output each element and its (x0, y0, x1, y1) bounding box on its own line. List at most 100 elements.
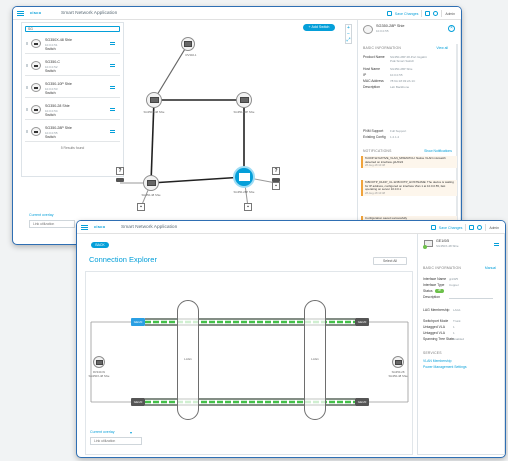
unknown-device-icon[interactable]: ? (272, 167, 280, 175)
fit-icon[interactable]: ⤢ (346, 37, 351, 43)
field-value: 78:9A:18:03:2A:1C (390, 79, 416, 83)
field-key: Untagged VLA (423, 331, 446, 335)
port-status-dot (423, 245, 427, 249)
field-row: Interface Name gi1/0/5 (423, 277, 458, 281)
field-value: Copper (449, 283, 459, 287)
field-row: MAC Address 78:9A:18:03:2A:1C (363, 79, 415, 83)
menu-icon[interactable] (81, 225, 88, 230)
service-link-vlan[interactable]: VLAN Membership (423, 359, 451, 363)
right-device-model: SG350-48 Shie (388, 374, 408, 378)
field-row: Interface Type Copper (423, 283, 459, 287)
field-row: IP 10.0.0.55 (363, 73, 403, 77)
notification-item[interactable]: %CDP-W-NATIVE_VLAN_MISMATCH: Native VLAN… (361, 156, 457, 169)
unknown-device-icon[interactable]: ? (116, 167, 124, 175)
field-value: Trunk (453, 319, 461, 323)
notification-date: 28-Aug-18 10:48 (365, 164, 386, 168)
field-key: Product Name (363, 55, 385, 59)
user-menu[interactable]: Admin (489, 226, 499, 230)
computer-icon[interactable]: ▪ (137, 203, 145, 211)
lag-group[interactable]: LAG1 (177, 300, 199, 420)
field-value: 1 (453, 325, 455, 329)
bell-icon[interactable] (477, 225, 483, 230)
computer-icon[interactable]: ▪ (272, 182, 280, 190)
lag-group[interactable]: LAG1 (304, 300, 326, 420)
select-all-button[interactable]: Select All (373, 257, 407, 265)
explorer-canvas: GE1/0 GE1/0 GE1/0 GE1/0 LAG1 LAG1 RV340-… (85, 271, 413, 455)
chevron-down-icon[interactable]: ▾ (130, 430, 132, 435)
zoom-controls: + − ⤢ (345, 24, 352, 44)
field-value: Enabled (453, 337, 465, 341)
top-bar: cisco Smart Network Application Save Cha… (77, 221, 505, 234)
node-label: SG350-28P Shie (233, 190, 255, 194)
field-key: Interface Type (423, 283, 445, 287)
port-right-top[interactable]: GE1/0 (355, 318, 369, 326)
field-row: LAG Membership LAG1 (423, 308, 461, 312)
field-key: Description (423, 295, 440, 299)
back-button[interactable]: BACK (91, 242, 109, 248)
node-label: SG350-10P Shie (233, 110, 255, 114)
field-value: 10.0.0.55 (390, 73, 403, 77)
field-row: Existing Config 1.2.1.2 (363, 135, 399, 139)
port-device: SG350X-48 Shie (436, 244, 459, 248)
computer-icon[interactable]: ▪ (244, 203, 252, 211)
notification-item[interactable]: %BOOTP_DHCP_CL-W-BOOTP_HOSTNAME: The dev… (361, 180, 457, 196)
link-icon[interactable] (494, 243, 499, 246)
port-detail-panel: GE1/0/5 SG350X-48 Shie BASIC INFORMATION… (417, 234, 505, 455)
switch-node[interactable] (143, 175, 159, 191)
notification-text: %BOOTP_DHCP_CL-W-BOOTP_HOSTNAME: The dev… (365, 180, 454, 192)
field-key: Interface Name (423, 277, 447, 281)
connection-explorer-window: cisco Smart Network Application Save Cha… (76, 220, 506, 458)
status-toggle[interactable]: UP (435, 289, 444, 294)
overlay-select[interactable]: Link utilization (29, 220, 75, 228)
switch-icon (363, 25, 373, 34)
overlay-select[interactable]: Link utilization (90, 437, 142, 445)
show-notifications-link[interactable]: Show Notifications (424, 149, 452, 153)
field-key: Status (423, 289, 433, 293)
manual-link[interactable]: Manual (485, 266, 496, 270)
scrollbar[interactable] (456, 44, 458, 239)
basic-info-title: BASIC INFORMATION (423, 266, 461, 270)
port-name: GE1/0/5 (436, 239, 450, 243)
field-row: Host Name SG350-28P Shie (363, 67, 412, 71)
close-icon[interactable]: × (448, 25, 455, 32)
cisco-logo: cisco (94, 224, 106, 229)
right-device-node[interactable] (392, 356, 404, 368)
left-device-node[interactable] (93, 356, 105, 368)
divider (465, 224, 467, 231)
node-label: RV340-1 (185, 53, 197, 57)
field-key: Description (363, 85, 380, 89)
left-device-model: SG350X-48 Shie (88, 374, 110, 378)
router-node[interactable] (181, 37, 195, 51)
selected-switch-node[interactable] (233, 166, 255, 188)
port-left-top[interactable]: GE1/0 (131, 318, 145, 326)
services-title: SERVICES (423, 351, 442, 355)
save-changes-link[interactable]: Save Changes (439, 226, 463, 230)
divider (485, 224, 487, 231)
device-title-ip: 10.0.0.55 (376, 29, 389, 33)
service-link-power[interactable]: Power Management Settings (423, 365, 467, 369)
description-input[interactable] (449, 295, 493, 300)
field-row: Spanning Tree StateEnabled (423, 337, 464, 341)
save-icon[interactable] (430, 225, 436, 230)
connection-lines (90, 318, 409, 406)
field-row: Description Lab Backbone (363, 85, 409, 89)
field-row: Untagged VLA 1 (423, 331, 455, 335)
port-right-bottom[interactable]: GE1/0 (355, 398, 369, 406)
switch-node[interactable] (146, 92, 162, 108)
port-left-bottom[interactable]: GE1/0 (131, 398, 145, 406)
field-row: Status UP (423, 289, 444, 294)
device-tag (116, 178, 124, 182)
field-key: Spanning Tree State (423, 337, 454, 341)
monitor-icon[interactable] (469, 225, 475, 230)
add-switch-button[interactable]: + Add Switch (303, 24, 335, 31)
current-overlay-label: Current overlay (90, 430, 115, 434)
lag-membership-key: LAG Membership (423, 308, 450, 312)
view-all-link[interactable]: View all (436, 46, 448, 50)
field-value: Full Support (390, 129, 407, 133)
node-label: SG350X-48 Shie (143, 110, 165, 114)
field-key: Switchport Mode (423, 319, 449, 323)
switch-node[interactable] (236, 92, 252, 108)
field-value: 1 (453, 331, 455, 335)
field-value: SG350-28P Shie (390, 67, 413, 71)
field-key: Host Name (363, 67, 380, 71)
